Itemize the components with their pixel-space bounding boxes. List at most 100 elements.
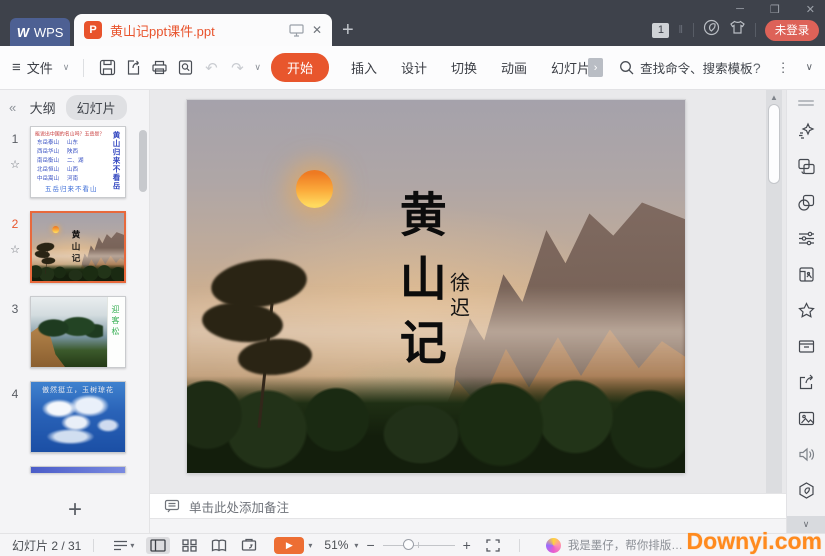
close-button[interactable]: ✕ — [806, 3, 815, 16]
wps-home-tab[interactable]: W WPS — [10, 18, 70, 46]
new-tab-button[interactable]: + — [342, 20, 354, 40]
slideshow-chevron-icon[interactable]: › — [588, 58, 603, 77]
print-preview-button[interactable] — [172, 56, 198, 80]
slide-1-footer-text: 五岳归来不看山 — [45, 183, 98, 193]
play-options-chevron-icon[interactable]: ▾ — [308, 541, 312, 550]
tab-design[interactable]: 设计 — [389, 58, 439, 77]
save-button[interactable] — [94, 56, 120, 80]
zoom-level[interactable]: 51% — [324, 538, 348, 552]
sun-graphic — [52, 226, 59, 233]
redo-button[interactable]: ↷ — [224, 56, 250, 80]
notes-bar[interactable]: 单击此处添加备注 — [150, 493, 786, 519]
right-sidebar: ∨ — [786, 90, 825, 533]
divider — [755, 23, 756, 37]
slide-number: 1 — [12, 132, 19, 146]
slide-3-preview[interactable]: 迎客松 — [30, 296, 126, 368]
zoom-slider[interactable] — [383, 538, 455, 552]
search-placeholder: 查找命令、搜索模板 — [640, 58, 753, 77]
print-button[interactable] — [146, 56, 172, 80]
slide-author-text[interactable]: 徐迟 — [443, 272, 472, 322]
transition-pane-icon[interactable] — [792, 152, 820, 180]
pages-count-badge[interactable]: 1 — [652, 23, 669, 38]
tab-animation[interactable]: 动画 — [489, 58, 539, 77]
object-properties-icon[interactable] — [792, 224, 820, 252]
document-tab[interactable]: P 黄山记ppt课件.ppt ✕ — [74, 14, 332, 46]
ribbon-toolbar: ≡ 文件 ∨ ↶ ↷ ∨ 开始 插入 设计 切换 动画 幻灯片 › 查找命令、搜… — [0, 46, 825, 90]
slide-thumbnail-3[interactable]: 3 迎客松 — [0, 296, 150, 368]
fit-to-window-button[interactable] — [486, 539, 500, 552]
notes-toggle-button[interactable]: ▾ — [113, 540, 134, 551]
file-menu-label: 文件 — [27, 58, 53, 77]
ribbon-right-group: ? ⋮ ∨ — [753, 60, 813, 76]
more-options-icon[interactable]: ⋮ — [777, 60, 790, 76]
notes-placeholder: 单击此处添加备注 — [189, 497, 289, 516]
tab-transition[interactable]: 切换 — [439, 58, 489, 77]
slide-thumbnail-5[interactable] — [0, 466, 150, 473]
monitor-icon[interactable] — [289, 24, 304, 37]
shapes-pane-icon[interactable] — [792, 188, 820, 216]
thumbnail-list: 1 ☆ 能说出中国的名山吗？五岳是？ 东岳泰山山东 西岳华山陕西 南岳衡山二、湖… — [0, 126, 150, 488]
slide-2-preview[interactable]: 黄山记 — [30, 211, 126, 283]
slide-thumbnail-1[interactable]: 1 ☆ 能说出中国的名山吗？五岳是？ 东岳泰山山东 西岳华山陕西 南岳衡山二、湖… — [0, 126, 150, 198]
scroll-up-icon[interactable]: ▲ — [766, 93, 782, 102]
reading-view-button[interactable] — [211, 539, 227, 552]
template-library-icon[interactable] — [792, 260, 820, 288]
scrollbar-thumb[interactable] — [768, 104, 780, 184]
huangshan-slide: 黄山记 徐迟 — [187, 100, 685, 473]
login-button[interactable]: 未登录 — [765, 20, 819, 41]
slide-thumbnail-4[interactable]: 4 傲然挺立，玉树琼花 — [0, 381, 150, 453]
undo-button[interactable]: ↶ — [198, 56, 224, 80]
tab-slides[interactable]: 幻灯片 — [66, 95, 127, 120]
slider-center-tick — [418, 542, 419, 548]
tab-insert[interactable]: 插入 — [339, 58, 389, 77]
normal-view-button[interactable] — [146, 537, 170, 554]
slide-1-preview[interactable]: 能说出中国的名山吗？五岳是？ 东岳泰山山东 西岳华山陕西 南岳衡山二、湖 北岳恒… — [30, 126, 126, 198]
tab-start[interactable]: 开始 — [271, 53, 329, 82]
slide-1-heading: 能说出中国的名山吗？五岳是？ — [35, 130, 104, 137]
slide-4-preview[interactable]: 傲然挺立，玉树琼花 — [30, 381, 126, 453]
play-slideshow-button[interactable]: ▶ — [274, 537, 304, 554]
command-search[interactable]: 查找命令、搜索模板 — [619, 58, 753, 77]
drag-handle-icon[interactable] — [798, 98, 814, 108]
favorites-star-icon[interactable] — [792, 296, 820, 324]
add-slide-button[interactable]: + — [0, 499, 150, 521]
member-leaf-icon[interactable] — [703, 19, 720, 41]
window-controls: ─ ❒ ✕ — [736, 0, 815, 18]
help-button[interactable]: ? — [753, 60, 761, 76]
resource-box-icon[interactable] — [792, 332, 820, 360]
slide-canvas[interactable]: 黄山记 徐迟 — [187, 100, 685, 473]
export-button[interactable] — [120, 56, 146, 80]
minimize-button[interactable]: ─ — [736, 3, 744, 15]
ppt-file-icon: P — [84, 21, 102, 39]
wps-logo-icon: W — [15, 25, 29, 40]
image-pane-icon[interactable] — [792, 404, 820, 432]
assistant-avatar-icon[interactable] — [546, 538, 561, 553]
tab-slideshow[interactable]: 幻灯片 — [539, 58, 594, 77]
editor-scrollbar[interactable]: ▲ — [766, 90, 782, 493]
slide-thumbnail-2[interactable]: 2 ☆ 黄山记 — [0, 211, 150, 283]
assistant-message[interactable]: 我是墨仔，帮你排版… — [568, 537, 683, 553]
slide-sorter-view-button[interactable] — [182, 539, 197, 552]
slider-handle[interactable] — [403, 539, 414, 550]
file-menu[interactable]: ≡ 文件 ∨ — [12, 58, 73, 77]
quick-toolbar-chevron-icon[interactable]: ∨ — [254, 62, 261, 73]
zoom-chevron-icon[interactable]: ▾ — [354, 541, 358, 550]
slide-5-preview[interactable] — [30, 466, 126, 473]
share-icon[interactable] — [792, 368, 820, 396]
skill-hexagon-icon[interactable] — [792, 476, 820, 504]
search-icon — [619, 60, 634, 75]
zoom-out-button[interactable]: − — [366, 537, 374, 553]
audio-speaker-icon[interactable] — [792, 440, 820, 468]
projector-view-button[interactable] — [241, 538, 257, 552]
panel-scrollbar[interactable] — [139, 130, 147, 192]
collapse-ribbon-icon[interactable]: ∨ — [806, 62, 813, 73]
skin-shirt-icon[interactable] — [729, 20, 746, 40]
slide-title-text[interactable]: 黄山记 — [384, 190, 453, 382]
maximize-button[interactable]: ❒ — [770, 3, 780, 16]
collapse-panel-button[interactable]: « — [9, 100, 16, 115]
tab-outline[interactable]: 大纲 — [30, 98, 56, 117]
tab-close-icon[interactable]: ✕ — [312, 23, 322, 37]
smart-beautify-icon[interactable] — [792, 116, 820, 144]
slide-2-miniature: 黄山记 — [32, 213, 125, 282]
zoom-in-button[interactable]: + — [463, 537, 471, 553]
